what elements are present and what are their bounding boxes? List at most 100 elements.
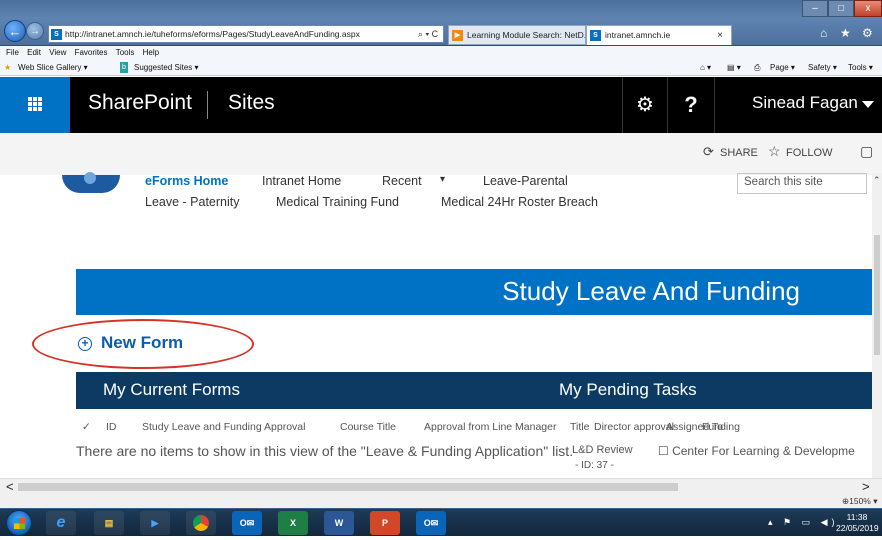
column-course-title[interactable]: Course Title	[340, 421, 396, 433]
horizontal-scrollbar[interactable]: < >	[0, 478, 882, 494]
my-current-forms-heading: My Current Forms	[103, 380, 240, 399]
column-study-leave-approval[interactable]: Study Leave and Funding Approval	[142, 421, 305, 433]
share-button[interactable]: SHARE	[720, 147, 758, 159]
forward-button[interactable]: →	[26, 22, 44, 40]
address-bar[interactable]: S http://intranet.amnch.ie/tuheforms/efo…	[48, 25, 444, 43]
address-url: http://intranet.amnch.ie/tuheforms/eform…	[65, 29, 360, 39]
column-director-approval[interactable]: Director approval	[594, 421, 674, 433]
zoom-level[interactable]: ⊕150% ▾	[842, 494, 878, 508]
horizontal-scroll-thumb[interactable]	[18, 483, 678, 491]
chrome-icon[interactable]	[186, 511, 216, 535]
follow-button[interactable]: FOLLOW	[786, 147, 832, 159]
menu-bar: File Edit View Favorites Tools Help	[0, 46, 882, 60]
favorites-bar: ★ Web Slice Gallery ▾ b Suggested Sites …	[0, 60, 882, 76]
media-player-icon[interactable]: ▶	[140, 511, 170, 535]
outlook-second-icon[interactable]: O✉	[416, 511, 446, 535]
internet-explorer-icon[interactable]: e	[46, 511, 76, 535]
site-logo[interactable]	[62, 172, 120, 193]
select-all-checkmark-icon[interactable]: ✓	[82, 421, 91, 433]
favorites-star-icon[interactable]: ★	[840, 26, 851, 40]
back-button[interactable]: ←	[4, 20, 26, 42]
favorites-star-icon[interactable]: ★	[4, 60, 11, 76]
browser-title-bar: – □ x ← → S http://intranet.amnch.ie/tuh…	[0, 0, 882, 46]
follow-star-icon[interactable]: ☆	[768, 143, 781, 160]
outlook-icon[interactable]: O✉	[232, 511, 262, 535]
pending-task-id: - ID: 37 -	[575, 460, 614, 471]
share-icon[interactable]: ⟳	[703, 144, 714, 160]
menu-help[interactable]: Help	[143, 48, 159, 57]
file-explorer-icon[interactable]: ▤	[94, 511, 124, 535]
nav-medical-roster-breach[interactable]: Medical 24Hr Roster Breach	[441, 195, 598, 209]
page-action-bar: ⟳ SHARE ☆ FOLLOW ▢	[0, 133, 882, 175]
tab-orange-favicon-icon: ▶	[452, 30, 463, 41]
tab-intranet[interactable]: S intranet.amnch.ie ×	[586, 25, 732, 45]
nav-recent[interactable]: Recent	[382, 174, 422, 188]
command-tools[interactable]: Tools ▾	[848, 60, 873, 76]
home-command-icon[interactable]: ⌂ ▾	[700, 60, 711, 76]
user-name[interactable]: Sinead Fagan	[752, 93, 858, 113]
scroll-right-icon[interactable]: >	[862, 479, 870, 494]
tab-sharepoint-favicon-icon: S	[590, 30, 601, 41]
sharepoint-favicon-icon: S	[51, 29, 62, 40]
user-menu-caret-icon[interactable]	[862, 101, 874, 108]
sharepoint-page: ⟳ SHARE ☆ FOLLOW ▢ eForms Home Intranet …	[0, 133, 882, 478]
app-launcher-button[interactable]	[0, 77, 70, 133]
scroll-up-icon[interactable]: ⌃	[873, 175, 881, 186]
vertical-scroll-thumb[interactable]	[874, 235, 880, 355]
nav-intranet-home[interactable]: Intranet Home	[262, 174, 341, 188]
menu-tools[interactable]: Tools	[116, 48, 135, 57]
suite-divider	[207, 91, 208, 119]
pending-task-assigned: ☐ Center For Learning & Developme	[658, 444, 855, 458]
menu-favorites[interactable]: Favorites	[75, 48, 108, 57]
tab-label: Learning Module Search: NetD...	[467, 30, 586, 40]
column-title[interactable]: Title	[570, 421, 589, 433]
fav-suggested-sites[interactable]: Suggested Sites ▾	[134, 60, 199, 76]
fav-web-slice-gallery[interactable]: Web Slice Gallery ▾	[18, 60, 88, 76]
command-page[interactable]: Page ▾	[770, 60, 795, 76]
command-safety[interactable]: Safety ▾	[808, 60, 837, 76]
start-button[interactable]	[6, 510, 32, 536]
help-button[interactable]: ?	[667, 77, 715, 133]
pending-task-title[interactable]: L&D Review	[572, 444, 633, 456]
red-highlight-ellipse	[32, 319, 254, 369]
sharepoint-suite-bar: SharePoint Sites ⚙ ? Sinead Fagan	[0, 77, 882, 133]
minimize-button[interactable]: –	[802, 0, 828, 17]
page-title: Study Leave And Funding	[502, 276, 800, 306]
maximize-button[interactable]: □	[828, 0, 854, 17]
waffle-icon	[28, 97, 42, 111]
nav-leave-paternity[interactable]: Leave - Paternity	[145, 195, 240, 209]
site-search-input[interactable]: Search this site	[737, 173, 867, 194]
menu-file[interactable]: File	[6, 48, 19, 57]
tools-gear-icon[interactable]: ⚙	[862, 26, 873, 40]
address-controls[interactable]: ⌕ ▾ C	[410, 25, 446, 43]
nav-recent-dropdown-icon[interactable]: ▾	[440, 174, 445, 185]
close-window-button[interactable]: x	[854, 0, 882, 17]
system-tray-icons[interactable]: ▴ ⚑ ▭ ◀)	[768, 517, 839, 528]
column-id[interactable]: ID	[106, 421, 117, 433]
excel-icon[interactable]: X	[278, 511, 308, 535]
settings-gear-icon[interactable]: ⚙	[622, 77, 667, 133]
sites-link[interactable]: Sites	[228, 91, 275, 115]
feeds-icon[interactable]: ▤ ▾	[727, 60, 741, 76]
taskbar-clock[interactable]: 11:38 22/05/2019	[836, 512, 879, 534]
sharepoint-brand-link[interactable]: SharePoint	[88, 91, 192, 115]
empty-list-message: There are no items to show in this view …	[76, 443, 574, 459]
print-icon[interactable]: ⎙	[754, 60, 760, 76]
word-icon[interactable]: W	[324, 511, 354, 535]
column-funding[interactable]: Funding	[702, 421, 740, 433]
tab-learning-module[interactable]: ▶ Learning Module Search: NetD...	[448, 25, 586, 45]
forms-section-header: My Current Forms My Pending Tasks	[76, 372, 872, 409]
vertical-scrollbar[interactable]: ⌃	[872, 173, 882, 478]
column-line-manager-approval[interactable]: Approval from Line Manager	[424, 421, 557, 433]
menu-edit[interactable]: Edit	[27, 48, 41, 57]
scroll-left-icon[interactable]: <	[6, 479, 14, 494]
tab-close-icon[interactable]: ×	[717, 26, 723, 45]
home-icon[interactable]: ⌂	[820, 26, 827, 40]
my-pending-tasks-heading: My Pending Tasks	[559, 380, 697, 399]
focus-content-icon[interactable]: ▢	[860, 143, 873, 160]
nav-medical-training-fund[interactable]: Medical Training Fund	[276, 195, 399, 209]
nav-leave-parental[interactable]: Leave-Parental	[483, 174, 568, 188]
menu-view[interactable]: View	[49, 48, 66, 57]
powerpoint-icon[interactable]: P	[370, 511, 400, 535]
nav-eforms-home[interactable]: eForms Home	[145, 174, 228, 188]
